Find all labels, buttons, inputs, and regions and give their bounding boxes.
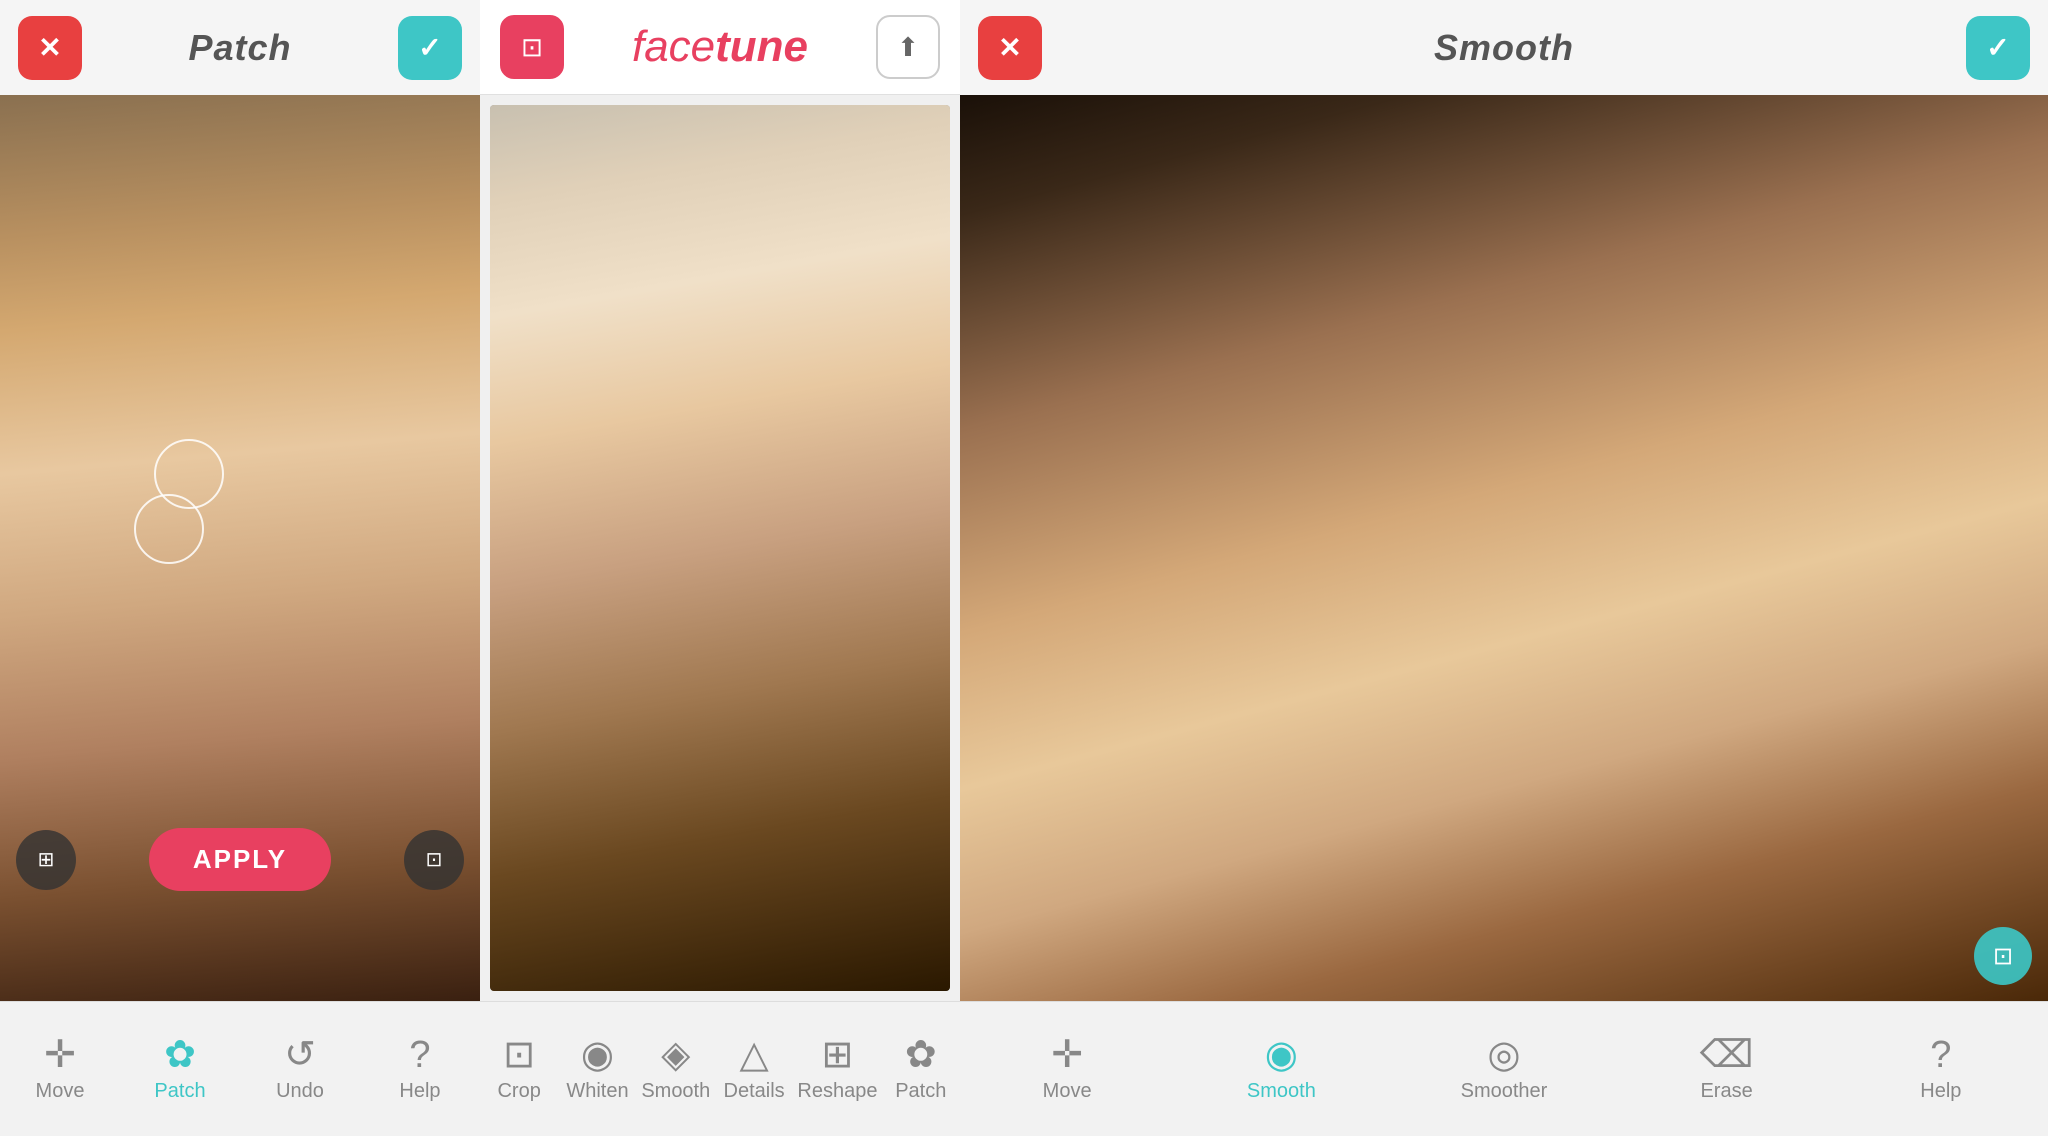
smoother-label: Smoother <box>1461 1080 1548 1103</box>
toolbar-item-whiten[interactable]: ◉ Whiten <box>562 1036 632 1103</box>
left-cancel-button[interactable]: ✕ <box>18 16 82 80</box>
help-label-left: Help <box>399 1080 440 1103</box>
whiten-label: Whiten <box>566 1080 628 1103</box>
patch-icon: ✿ <box>164 1036 196 1074</box>
toolbar-item-help-right[interactable]: ? Help <box>1906 1036 1976 1103</box>
undo-label: Undo <box>276 1080 324 1103</box>
toolbar-item-reshape[interactable]: ⊞ Reshape <box>797 1036 877 1103</box>
whiten-icon: ◉ <box>581 1036 614 1074</box>
toolbar-item-help-left[interactable]: ? Help <box>385 1036 455 1103</box>
undo-icon: ↺ <box>284 1036 316 1074</box>
camera-button[interactable]: ⊡ <box>500 15 564 79</box>
erase-label: Erase <box>1700 1080 1752 1103</box>
crop-label: Crop <box>497 1080 540 1103</box>
right-toolbar: ✛ Move ◉ Smooth ◎ Smoother ⌫ Erase ? Hel… <box>960 1001 2048 1136</box>
check-icon-right: ✓ <box>1986 31 2009 64</box>
layers-button[interactable]: ⊞ <box>16 830 76 890</box>
patch-action-bar: ⊞ APPLY ⊡ <box>0 828 480 891</box>
right-panel: ✕ Smooth ✓ ⊡ ✛ Move ◉ Smooth ◎ Smoother … <box>960 0 2048 1136</box>
center-panel: ⊡ facetune ⬆ ⊡ Crop ◉ Whiten ◈ Smooth △ … <box>480 0 960 1136</box>
toolbar-item-erase[interactable]: ⌫ Erase <box>1692 1036 1762 1103</box>
center-toolbar: ⊡ Crop ◉ Whiten ◈ Smooth △ Details ⊞ Res… <box>480 1001 960 1136</box>
patch-center-label: Patch <box>895 1080 946 1103</box>
move-icon: ✛ <box>44 1036 76 1074</box>
toolbar-item-smooth-right[interactable]: ◉ Smooth <box>1246 1036 1316 1103</box>
toolbar-item-move-right[interactable]: ✛ Move <box>1032 1036 1102 1103</box>
details-label: Details <box>724 1080 785 1103</box>
help-label-right: Help <box>1920 1080 1961 1103</box>
erase-icon: ⌫ <box>1700 1036 1754 1074</box>
details-icon: △ <box>739 1036 768 1074</box>
toolbar-item-smoother[interactable]: ◎ Smoother <box>1461 1036 1548 1103</box>
right-panel-title: Smooth <box>1434 27 1574 69</box>
patch-label: Patch <box>154 1080 205 1103</box>
move-icon-right: ✛ <box>1051 1036 1083 1074</box>
right-photo-area[interactable]: ⊡ <box>960 95 2048 1001</box>
patch-center-icon: ✿ <box>905 1036 937 1074</box>
toolbar-item-smooth-center[interactable]: ◈ Smooth <box>641 1036 711 1103</box>
copy-icon-right: ⊡ <box>1993 942 2013 971</box>
smooth-icon-center: ◈ <box>661 1036 690 1074</box>
right-cancel-button[interactable]: ✕ <box>978 16 1042 80</box>
help-icon-left: ? <box>409 1036 430 1074</box>
left-panel-title: Patch <box>188 27 291 69</box>
toolbar-item-crop[interactable]: ⊡ Crop <box>484 1036 554 1103</box>
smoother-icon: ◎ <box>1487 1036 1520 1074</box>
camera-icon: ⊡ <box>521 32 543 63</box>
left-confirm-button[interactable]: ✓ <box>398 16 462 80</box>
toolbar-item-patch-center[interactable]: ✿ Patch <box>886 1036 956 1103</box>
left-toolbar: ✛ Move ✿ Patch ↺ Undo ? Help <box>0 1001 480 1136</box>
copy-icon: ⊡ <box>426 847 443 872</box>
close-icon-right: ✕ <box>998 31 1021 64</box>
toolbar-item-details[interactable]: △ Details <box>719 1036 789 1103</box>
left-panel: ✕ Patch ✓ ⊞ APPLY ⊡ ✛ Move <box>0 0 480 1136</box>
logo-face: face <box>632 22 715 71</box>
check-icon: ✓ <box>418 31 441 64</box>
toolbar-item-patch-left[interactable]: ✿ Patch <box>145 1036 215 1103</box>
right-header: ✕ Smooth ✓ <box>960 0 2048 95</box>
close-icon: ✕ <box>38 31 61 64</box>
help-icon-right: ? <box>1930 1036 1951 1074</box>
crop-icon: ⊡ <box>503 1036 535 1074</box>
logo-tune: tune <box>715 22 808 71</box>
toolbar-item-move-left[interactable]: ✛ Move <box>25 1036 95 1103</box>
right-copy-button[interactable]: ⊡ <box>1974 927 2032 985</box>
app-logo: facetune <box>632 22 808 72</box>
right-confirm-button[interactable]: ✓ <box>1966 16 2030 80</box>
reshape-label: Reshape <box>797 1080 877 1103</box>
smooth-label-right: Smooth <box>1247 1080 1316 1103</box>
move-label: Move <box>36 1080 85 1103</box>
left-header: ✕ Patch ✓ <box>0 0 480 95</box>
reshape-icon: ⊞ <box>822 1036 854 1074</box>
left-photo-area[interactable]: ⊞ APPLY ⊡ <box>0 95 480 1001</box>
right-face-photo <box>960 95 2048 1001</box>
share-icon: ⬆ <box>897 32 919 63</box>
smooth-icon-right: ◉ <box>1265 1036 1298 1074</box>
copy-button[interactable]: ⊡ <box>404 830 464 890</box>
layers-icon: ⊞ <box>38 847 55 872</box>
share-button[interactable]: ⬆ <box>876 15 940 79</box>
center-face-photo <box>490 105 950 991</box>
move-label-right: Move <box>1043 1080 1092 1103</box>
center-photo-area[interactable] <box>490 105 950 991</box>
smooth-label-center: Smooth <box>641 1080 710 1103</box>
app-header: ⊡ facetune ⬆ <box>480 0 960 95</box>
toolbar-item-undo-left[interactable]: ↺ Undo <box>265 1036 335 1103</box>
apply-button[interactable]: APPLY <box>149 828 331 891</box>
